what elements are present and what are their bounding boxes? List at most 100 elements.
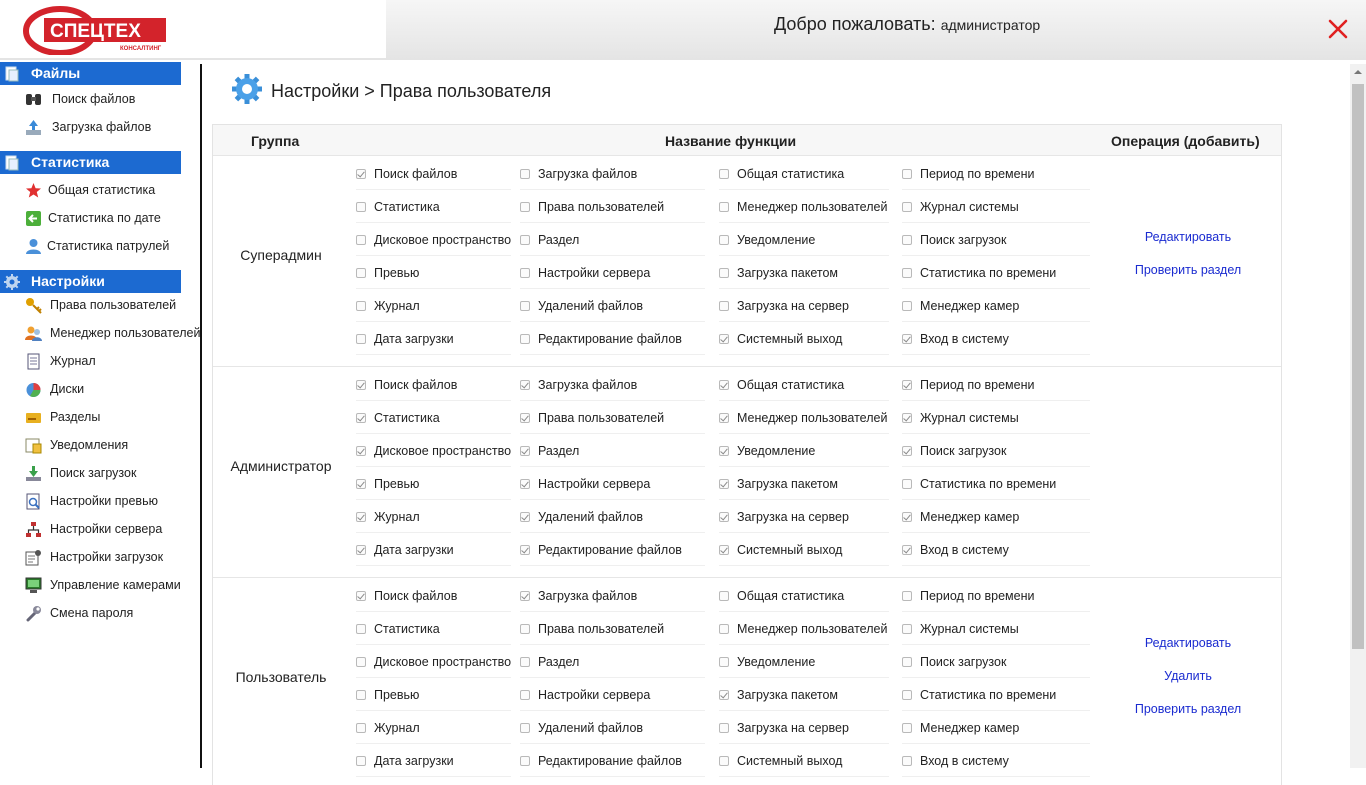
scroll-thumb[interactable] [1352, 84, 1364, 649]
permission-checkbox[interactable] [520, 413, 530, 423]
permission-checkbox[interactable] [356, 446, 366, 456]
permission-checkbox[interactable] [356, 723, 366, 733]
permission-checkbox[interactable] [356, 169, 366, 179]
sidebar-item-patrol-stats[interactable]: Статистика патрулей [0, 235, 200, 259]
permission-checkbox[interactable] [902, 268, 912, 278]
permission-checkbox[interactable] [356, 545, 366, 555]
page-scrollbar[interactable] [1350, 64, 1366, 768]
permission-checkbox[interactable] [719, 169, 729, 179]
permission-checkbox[interactable] [520, 591, 530, 601]
permission-checkbox[interactable] [356, 235, 366, 245]
permission-checkbox[interactable] [902, 756, 912, 766]
permission-checkbox[interactable] [520, 723, 530, 733]
permission-checkbox[interactable] [902, 169, 912, 179]
permission-checkbox[interactable] [902, 235, 912, 245]
permission-checkbox[interactable] [520, 380, 530, 390]
sidebar-item-notifications[interactable]: Уведомления [0, 434, 200, 458]
operation-link[interactable]: Проверить раздел [1093, 263, 1283, 277]
permission-checkbox[interactable] [356, 756, 366, 766]
permission-checkbox[interactable] [902, 545, 912, 555]
sidebar-item-upload-settings[interactable]: Настройки загрузок [0, 546, 200, 570]
permission-checkbox[interactable] [719, 301, 729, 311]
sidebar-item-preview-settings[interactable]: Настройки превью [0, 490, 200, 514]
permission-checkbox[interactable] [719, 591, 729, 601]
permission-checkbox[interactable] [902, 657, 912, 667]
permission-checkbox[interactable] [520, 268, 530, 278]
permission-checkbox[interactable] [902, 413, 912, 423]
sidebar-section-files[interactable]: Файлы [0, 62, 181, 85]
sidebar-section-stats[interactable]: Статистика [0, 151, 181, 174]
permission-checkbox[interactable] [902, 334, 912, 344]
sidebar-item-camera-management[interactable]: Управление камерами [0, 574, 200, 598]
permission-checkbox[interactable] [719, 268, 729, 278]
permission-checkbox[interactable] [356, 624, 366, 634]
permission-checkbox[interactable] [356, 690, 366, 700]
permission-checkbox[interactable] [520, 334, 530, 344]
sidebar-item-general-stats[interactable]: Общая статистика [0, 179, 200, 203]
sidebar-item-partitions[interactable]: Разделы [0, 406, 200, 430]
permission-checkbox[interactable] [719, 202, 729, 212]
permission-checkbox[interactable] [902, 723, 912, 733]
sidebar-item-disks[interactable]: Диски [0, 378, 200, 402]
permission-checkbox[interactable] [356, 591, 366, 601]
sidebar-item-server-settings[interactable]: Настройки сервера [0, 518, 200, 542]
sidebar-item-stats-by-date[interactable]: Статистика по дате [0, 207, 200, 231]
sidebar-item-file-upload[interactable]: Загрузка файлов [0, 116, 200, 140]
permission-checkbox[interactable] [356, 657, 366, 667]
permission-checkbox[interactable] [356, 268, 366, 278]
permission-checkbox[interactable] [902, 446, 912, 456]
permission-checkbox[interactable] [719, 512, 729, 522]
permission-checkbox[interactable] [520, 301, 530, 311]
permission-checkbox[interactable] [356, 301, 366, 311]
permission-checkbox[interactable] [719, 723, 729, 733]
permission-checkbox[interactable] [356, 334, 366, 344]
operation-link[interactable]: Редактировать [1093, 636, 1283, 650]
sidebar-item-upload-search[interactable]: Поиск загрузок [0, 462, 200, 486]
permission-checkbox[interactable] [719, 380, 729, 390]
permission-checkbox[interactable] [520, 657, 530, 667]
permission-checkbox[interactable] [902, 380, 912, 390]
permission-checkbox[interactable] [356, 380, 366, 390]
permission-checkbox[interactable] [356, 413, 366, 423]
permission-checkbox[interactable] [719, 624, 729, 634]
permission-checkbox[interactable] [520, 235, 530, 245]
scroll-up-icon[interactable] [1350, 64, 1366, 80]
sidebar-item-change-password[interactable]: Смена пароля [0, 602, 200, 626]
operation-link[interactable]: Проверить раздел [1093, 702, 1283, 716]
sidebar-item-user-rights[interactable]: Права пользователей [0, 294, 200, 318]
permission-checkbox[interactable] [520, 512, 530, 522]
permission-checkbox[interactable] [520, 545, 530, 555]
permission-checkbox[interactable] [719, 446, 729, 456]
sidebar-section-settings[interactable]: Настройки [0, 270, 181, 293]
permission-checkbox[interactable] [520, 690, 530, 700]
permission-checkbox[interactable] [356, 479, 366, 489]
permission-checkbox[interactable] [902, 591, 912, 601]
permission-checkbox[interactable] [356, 202, 366, 212]
permission-checkbox[interactable] [520, 479, 530, 489]
close-icon[interactable] [1326, 17, 1350, 41]
permission-checkbox[interactable] [902, 624, 912, 634]
permission-checkbox[interactable] [719, 545, 729, 555]
permission-checkbox[interactable] [520, 202, 530, 212]
permission-checkbox[interactable] [902, 301, 912, 311]
sidebar-item-journal[interactable]: Журнал [0, 350, 200, 374]
sidebar-item-user-manager[interactable]: Менеджер пользователей [0, 322, 200, 346]
permission-checkbox[interactable] [520, 446, 530, 456]
operation-link[interactable]: Удалить [1093, 669, 1283, 683]
permission-checkbox[interactable] [520, 624, 530, 634]
permission-checkbox[interactable] [520, 756, 530, 766]
sidebar-item-file-search[interactable]: Поиск файлов [0, 88, 200, 112]
permission-checkbox[interactable] [719, 334, 729, 344]
permission-checkbox[interactable] [719, 413, 729, 423]
permission-checkbox[interactable] [902, 479, 912, 489]
permission-checkbox[interactable] [902, 512, 912, 522]
permission-checkbox[interactable] [719, 479, 729, 489]
permission-checkbox[interactable] [356, 512, 366, 522]
permission-checkbox[interactable] [719, 690, 729, 700]
permission-checkbox[interactable] [520, 169, 530, 179]
permission-checkbox[interactable] [719, 235, 729, 245]
permission-checkbox[interactable] [902, 690, 912, 700]
operation-link[interactable]: Редактировать [1093, 230, 1283, 244]
permission-checkbox[interactable] [719, 756, 729, 766]
permission-checkbox[interactable] [902, 202, 912, 212]
